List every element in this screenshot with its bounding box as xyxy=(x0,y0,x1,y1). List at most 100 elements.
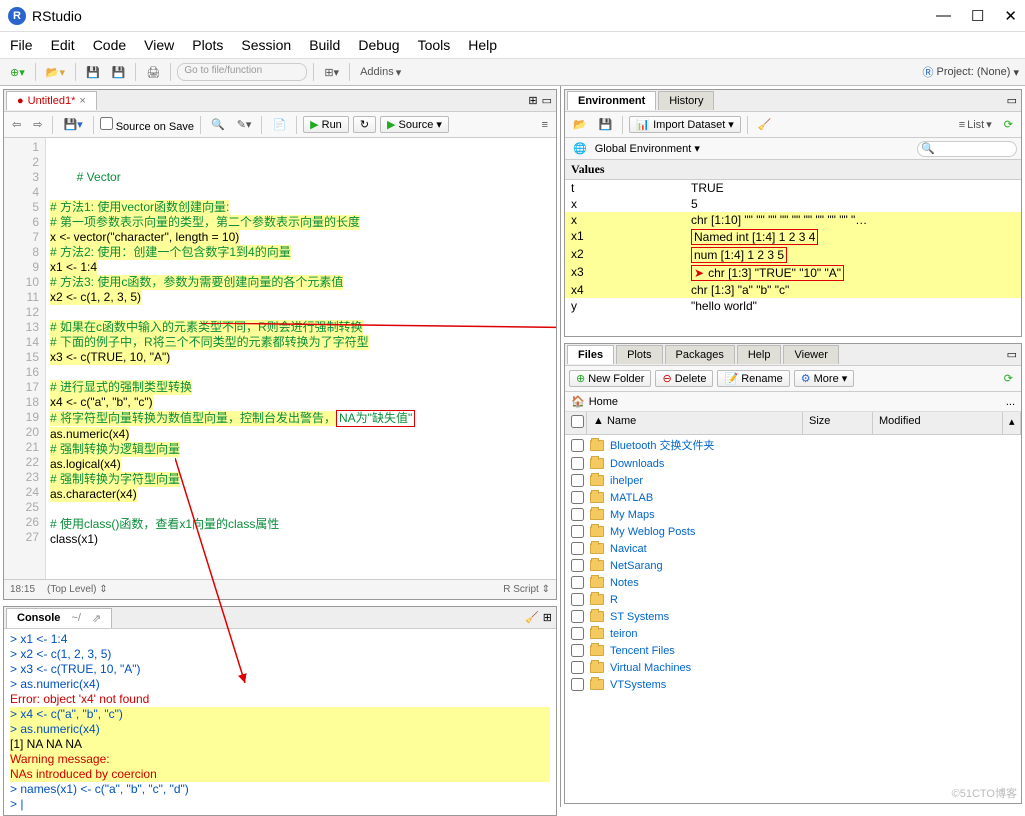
file-row[interactable]: My Maps xyxy=(565,506,1021,523)
menu-file[interactable]: File xyxy=(10,37,33,53)
source-tab[interactable]: ● Untitled1* × xyxy=(6,91,97,110)
lang-selector[interactable]: R Script ⇕ xyxy=(503,584,550,595)
close-tab-icon[interactable]: × xyxy=(79,95,85,107)
folder-icon xyxy=(590,628,604,639)
collapse-icon[interactable]: ▭ xyxy=(542,94,552,107)
file-row[interactable]: Notes xyxy=(565,574,1021,591)
new-file-icon[interactable]: ⊕▾ xyxy=(6,64,29,81)
file-row[interactable]: NetSarang xyxy=(565,557,1021,574)
maximize-button[interactable]: ☐ xyxy=(971,7,984,25)
addins-menu[interactable]: Addins ▾ xyxy=(356,64,405,81)
col-size[interactable]: Size xyxy=(803,412,873,434)
rename-button[interactable]: 📝Rename xyxy=(717,370,789,387)
scroll-up-icon[interactable]: ▴ xyxy=(1003,412,1021,434)
console-tab[interactable]: Console ~/ ⇗ xyxy=(6,608,112,628)
goto-file-input[interactable]: Go to file/function xyxy=(177,63,307,81)
project-selector[interactable]: ⓇProject: (None) ▾ xyxy=(922,64,1019,80)
forward-icon[interactable]: ⇨ xyxy=(29,116,46,133)
menu-edit[interactable]: Edit xyxy=(51,37,75,53)
help-tab[interactable]: Help xyxy=(737,345,782,364)
menu-session[interactable]: Session xyxy=(241,37,291,53)
more-button[interactable]: ⚙More ▾ xyxy=(794,370,854,387)
file-row[interactable]: MATLAB xyxy=(565,489,1021,506)
packages-tab[interactable]: Packages xyxy=(665,345,735,364)
save-all-icon[interactable]: 💾 xyxy=(108,64,130,81)
source-pane: ● Untitled1* × ⊞ ▭ ⇦ ⇨ 💾▾ Source on Save xyxy=(3,89,557,600)
menu-plots[interactable]: Plots xyxy=(192,37,223,53)
collapse-icon[interactable]: ▭ xyxy=(1007,94,1017,107)
viewer-tab[interactable]: Viewer xyxy=(783,345,838,364)
plots-tab[interactable]: Plots xyxy=(616,345,662,364)
refresh-files-icon[interactable]: ⟳ xyxy=(1000,370,1017,387)
file-row[interactable]: Bluetooth 交换文件夹 xyxy=(565,435,1021,455)
file-row[interactable]: Tencent Files xyxy=(565,642,1021,659)
file-row[interactable]: R xyxy=(565,591,1021,608)
env-tab[interactable]: Environment xyxy=(567,91,656,110)
files-header: ▲ Name Size Modified ▴ xyxy=(565,412,1021,435)
folder-icon xyxy=(590,679,604,690)
menu-build[interactable]: Build xyxy=(309,37,340,53)
file-row[interactable]: teiron xyxy=(565,625,1021,642)
source-button[interactable]: ▶Source ▾ xyxy=(380,116,449,133)
select-all-checkbox[interactable] xyxy=(571,415,584,428)
console-output[interactable]: > x1 <- 1:4> x2 <- c(1, 2, 3, 5)> x3 <- … xyxy=(4,629,556,815)
pane-layout-icon[interactable]: ⊞ xyxy=(543,611,552,624)
col-modified[interactable]: Modified xyxy=(873,412,1003,434)
breadcrumb-home[interactable]: Home xyxy=(589,396,618,408)
unsaved-icon: ● xyxy=(17,95,24,107)
clear-console-icon[interactable]: 🧹 xyxy=(525,611,539,624)
file-row[interactable]: Downloads xyxy=(565,455,1021,472)
save-source-icon[interactable]: 💾▾ xyxy=(59,116,86,133)
scope-selector[interactable]: (Top Level) ⇕ xyxy=(47,584,108,595)
source-on-save-checkbox[interactable]: Source on Save xyxy=(100,117,194,133)
outline-icon[interactable]: ≡ xyxy=(538,117,552,133)
code-editor[interactable]: 1234567891011121314151617181920212223242… xyxy=(4,138,556,579)
open-file-icon[interactable]: 📂▾ xyxy=(42,64,69,81)
load-workspace-icon[interactable]: 📂 xyxy=(569,116,591,133)
home-icon[interactable]: 🏠 xyxy=(571,395,585,408)
file-row[interactable]: ihelper xyxy=(565,472,1021,489)
cursor-position: 18:15 xyxy=(10,584,35,595)
file-row[interactable]: Navicat xyxy=(565,540,1021,557)
file-row[interactable]: ST Systems xyxy=(565,608,1021,625)
import-dataset-button[interactable]: 📊 Import Dataset ▾ xyxy=(629,116,740,133)
compile-icon[interactable]: 📄 xyxy=(268,116,290,133)
watermark: ©51CTO博客 xyxy=(952,785,1017,801)
env-search-input[interactable]: 🔍 xyxy=(917,141,1017,157)
collapse-icon[interactable]: ▭ xyxy=(1007,348,1017,361)
back-icon[interactable]: ⇦ xyxy=(8,116,25,133)
files-tab[interactable]: Files xyxy=(567,345,614,364)
refresh-env-icon[interactable]: ⟳ xyxy=(1000,116,1017,133)
wand-icon[interactable]: ✎▾ xyxy=(233,116,256,133)
file-row[interactable]: My Weblog Posts xyxy=(565,523,1021,540)
file-row[interactable]: Virtual Machines xyxy=(565,659,1021,676)
menu-tools[interactable]: Tools xyxy=(418,37,451,53)
menu-help[interactable]: Help xyxy=(468,37,497,53)
titlebar: R RStudio — ☐ ✕ xyxy=(0,0,1025,32)
list-view-button[interactable]: ≡ List ▾ xyxy=(955,116,996,133)
new-folder-button[interactable]: ⊕New Folder xyxy=(569,370,651,387)
pane-layout-icon[interactable]: ⊞ xyxy=(528,94,537,107)
file-row[interactable]: VTSystems xyxy=(565,676,1021,693)
clear-env-icon[interactable]: 🧹 xyxy=(754,116,776,133)
delete-button[interactable]: ⊖Delete xyxy=(655,370,713,387)
menu-debug[interactable]: Debug xyxy=(358,37,399,53)
grid-icon[interactable]: ⊞▾ xyxy=(320,64,343,81)
breadcrumb-more[interactable]: ... xyxy=(1006,396,1015,408)
col-name[interactable]: ▲ Name xyxy=(587,412,803,434)
run-button[interactable]: ▶Run xyxy=(303,116,349,133)
rerun-button[interactable]: ↻ xyxy=(353,116,376,133)
minimize-button[interactable]: — xyxy=(936,7,951,25)
env-scope[interactable]: Global Environment ▾ xyxy=(595,142,700,155)
menu-view[interactable]: View xyxy=(144,37,174,53)
window-title: RStudio xyxy=(32,8,82,24)
menu-code[interactable]: Code xyxy=(93,37,126,53)
menubar: File Edit Code View Plots Session Build … xyxy=(0,32,1025,58)
save-icon[interactable]: 💾 xyxy=(82,64,104,81)
print-icon[interactable]: 🖨 xyxy=(142,64,164,81)
history-tab[interactable]: History xyxy=(658,91,714,110)
find-icon[interactable]: 🔍 xyxy=(207,116,229,133)
save-workspace-icon[interactable]: 💾 xyxy=(595,116,617,133)
close-button[interactable]: ✕ xyxy=(1004,7,1017,25)
console-pane: Console ~/ ⇗ 🧹 ⊞ > x1 <- 1:4> x2 <- c(1,… xyxy=(3,606,557,816)
